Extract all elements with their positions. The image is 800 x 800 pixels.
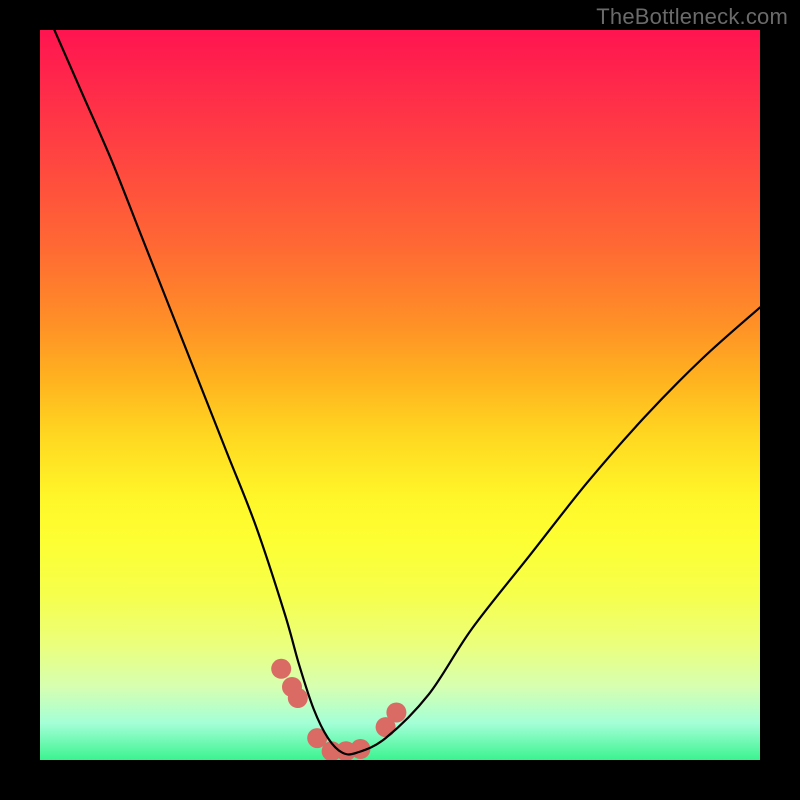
chart-marker-dot	[386, 703, 406, 723]
chart-marker-dot	[271, 659, 291, 679]
watermark-label: TheBottleneck.com	[596, 4, 788, 30]
bottleneck-curve-line	[54, 30, 760, 755]
chart-markers	[271, 659, 406, 760]
chart-svg	[40, 30, 760, 760]
chart-container	[40, 30, 760, 760]
chart-marker-dot	[288, 688, 308, 708]
